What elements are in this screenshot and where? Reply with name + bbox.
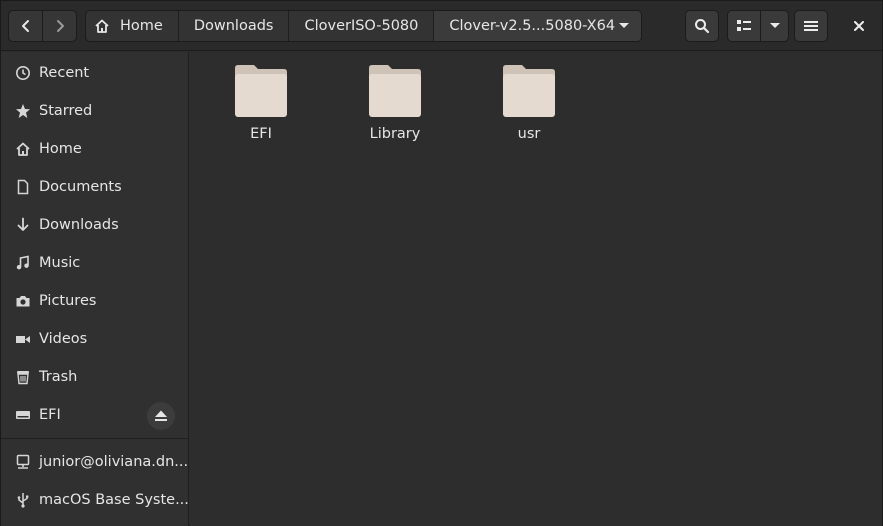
sidebar-item-label: macOS Base Syste... bbox=[39, 492, 189, 508]
network-drive-icon bbox=[15, 454, 31, 470]
sidebar-item-label: Trash bbox=[39, 369, 78, 385]
sidebar-item-label: Videos bbox=[39, 331, 88, 347]
sidebar-item-videos[interactable]: Videos bbox=[1, 320, 189, 358]
sidebar-item-label: Starred bbox=[39, 103, 93, 119]
file-name: EFI bbox=[250, 126, 272, 142]
star-icon bbox=[15, 103, 31, 119]
sidebar-item-label: junior@oliviana.dn... bbox=[39, 454, 189, 470]
close-icon bbox=[854, 21, 864, 31]
document-icon bbox=[15, 179, 31, 195]
folder-icon bbox=[235, 65, 287, 117]
breadcrumb-label: CloverISO-5080 bbox=[304, 18, 419, 34]
sidebar-item-recent[interactable]: Recent bbox=[1, 54, 189, 92]
eject-icon bbox=[155, 410, 167, 421]
file-manager-window: Home Downloads CloverISO-5080 Clover-v2.… bbox=[0, 0, 883, 526]
home-icon bbox=[15, 141, 31, 157]
chevron-right-icon bbox=[56, 20, 64, 32]
sidebar-separator bbox=[1, 438, 189, 439]
sidebar-item-music[interactable]: Music bbox=[1, 244, 189, 282]
breadcrumb-downloads[interactable]: Downloads bbox=[179, 11, 290, 41]
view-options-group bbox=[727, 10, 789, 42]
folder-icon bbox=[503, 65, 555, 117]
sidebar-item-network-share[interactable]: junior@oliviana.dn... bbox=[1, 443, 189, 481]
file-view: EFI Library usr bbox=[190, 52, 882, 526]
download-icon bbox=[15, 217, 31, 233]
camera-icon bbox=[15, 293, 31, 309]
sidebar-item-label: EFI bbox=[39, 407, 61, 423]
main-menu-button[interactable] bbox=[794, 10, 828, 42]
folder-item[interactable]: usr bbox=[474, 64, 584, 142]
sidebar-item-label: Downloads bbox=[39, 217, 119, 233]
chevron-left-icon bbox=[21, 20, 29, 32]
breadcrumb-label: Downloads bbox=[193, 18, 274, 34]
chevron-down-icon bbox=[769, 23, 780, 28]
sidebar-item-starred[interactable]: Starred bbox=[1, 92, 189, 130]
back-button[interactable] bbox=[9, 11, 42, 41]
grid-list-icon bbox=[737, 20, 752, 31]
search-button[interactable] bbox=[685, 10, 719, 42]
breadcrumb-home[interactable]: Home bbox=[86, 11, 179, 41]
header-bar: Home Downloads CloverISO-5080 Clover-v2.… bbox=[1, 1, 882, 51]
breadcrumb-label: Home bbox=[120, 18, 163, 34]
file-name: Library bbox=[369, 126, 421, 142]
folder-item[interactable]: EFI bbox=[206, 64, 316, 142]
forward-button[interactable] bbox=[42, 11, 76, 41]
folder-icon bbox=[369, 65, 421, 117]
breadcrumb-current[interactable]: Clover-v2.5...5080-X64 bbox=[434, 11, 641, 41]
sidebar-item-label: Home bbox=[39, 141, 82, 157]
sidebar-item-label: Music bbox=[39, 255, 81, 271]
breadcrumb-label: Clover-v2.5...5080-X64 bbox=[449, 18, 616, 34]
sidebar-item-label: Recent bbox=[39, 65, 90, 81]
sidebar-item-trash[interactable]: Trash bbox=[1, 358, 189, 396]
sidebar-item-macos-base-system[interactable]: macOS Base Syste... bbox=[1, 481, 189, 519]
search-icon bbox=[695, 19, 710, 34]
close-button[interactable] bbox=[846, 10, 872, 42]
path-bar: Home Downloads CloverISO-5080 Clover-v2.… bbox=[85, 10, 642, 42]
eject-button[interactable] bbox=[147, 402, 175, 430]
sidebar-item-pictures[interactable]: Pictures bbox=[1, 282, 189, 320]
usb-icon bbox=[15, 492, 31, 508]
sidebar-item-documents[interactable]: Documents bbox=[1, 168, 189, 206]
breadcrumb-cloveriso[interactable]: CloverISO-5080 bbox=[289, 11, 435, 41]
folder-item[interactable]: Library bbox=[340, 64, 450, 142]
music-icon bbox=[15, 255, 31, 271]
sidebar-item-label: Pictures bbox=[39, 293, 97, 309]
view-options-dropdown[interactable] bbox=[760, 11, 788, 41]
navigation-buttons bbox=[8, 10, 77, 42]
clock-icon bbox=[15, 65, 31, 81]
home-icon bbox=[94, 18, 110, 34]
trash-icon bbox=[15, 369, 31, 385]
drive-icon bbox=[15, 407, 31, 423]
sidebar: Recent Starred Home Documents Downloads … bbox=[1, 52, 189, 526]
sidebar-item-downloads[interactable]: Downloads bbox=[1, 206, 189, 244]
video-camera-icon bbox=[15, 331, 31, 347]
dropdown-arrow-icon[interactable] bbox=[619, 23, 629, 29]
sidebar-item-label: Documents bbox=[39, 179, 122, 195]
sidebar-item-home[interactable]: Home bbox=[1, 130, 189, 168]
file-name: usr bbox=[517, 126, 541, 142]
view-mode-button[interactable] bbox=[728, 11, 760, 41]
hamburger-menu-icon bbox=[804, 21, 818, 31]
